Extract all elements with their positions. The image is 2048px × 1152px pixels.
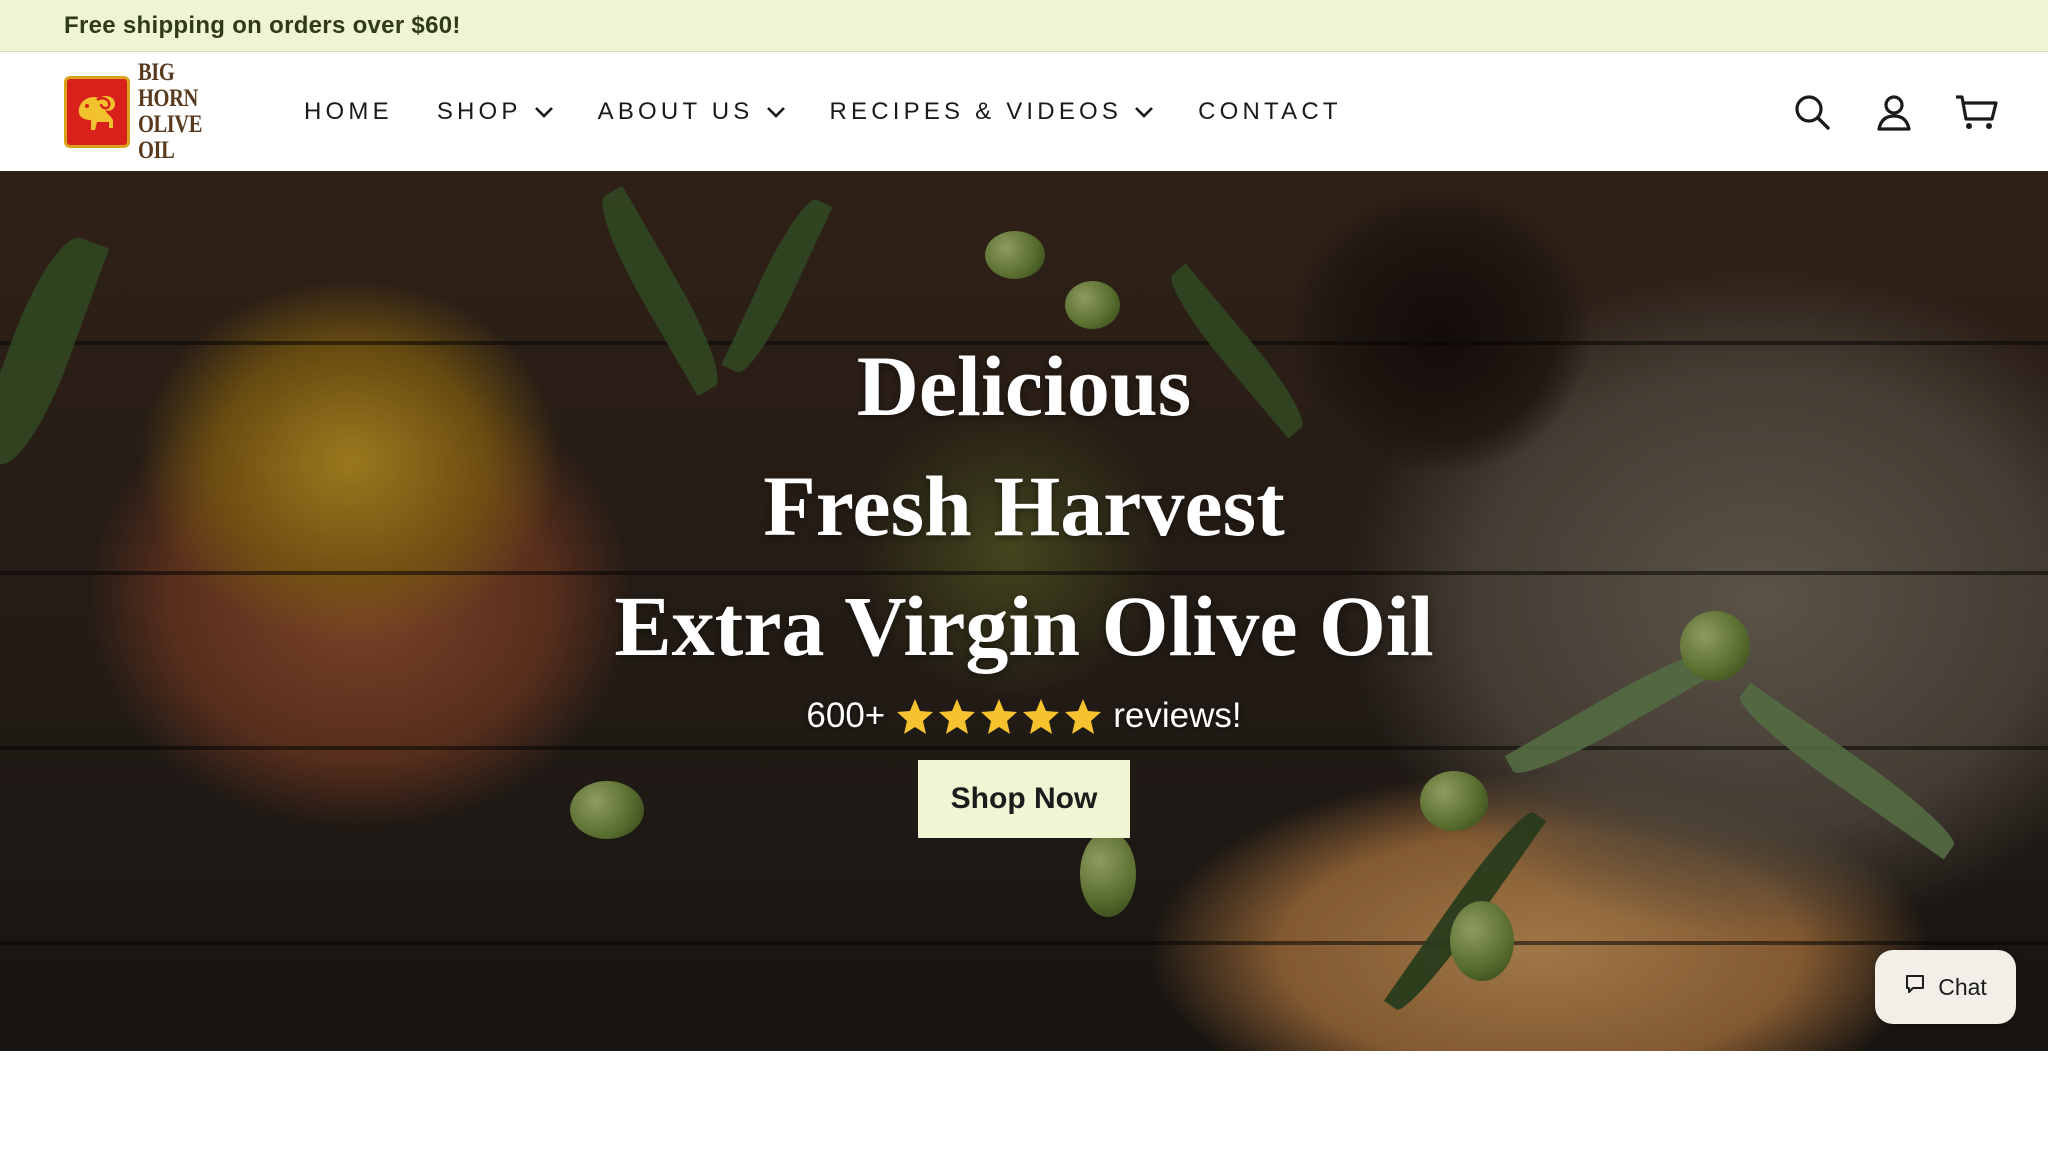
reviews-summary: 600+ reviews! xyxy=(806,696,1241,736)
hero-headline-line-1: Delicious xyxy=(856,338,1192,434)
nav-item-contact[interactable]: CONTACT xyxy=(1176,82,1364,142)
site-header: BIG HORN OLIVE OIL HOME SHOP ABOUT US RE… xyxy=(0,53,2048,171)
rating-stars xyxy=(895,697,1103,735)
brand-logo[interactable]: BIG HORN OLIVE OIL xyxy=(64,59,228,164)
main-nav: HOME SHOP ABOUT US RECIPES & VIDEOS CONT… xyxy=(282,53,1364,171)
announcement-bar: Free shipping on orders over $60! xyxy=(0,0,2048,52)
hero-banner: Delicious Fresh Harvest Extra Virgin Oli… xyxy=(0,171,2048,1051)
nav-item-label: HOME xyxy=(304,98,393,125)
hero-headline-line-2: Fresh Harvest xyxy=(763,458,1285,554)
brand-name: BIG HORN OLIVE OIL xyxy=(138,58,212,165)
star-icon xyxy=(897,699,934,734)
nav-item-label: SHOP xyxy=(436,98,522,125)
nav-item-home[interactable]: HOME xyxy=(282,82,415,142)
brand-name-line1: BIG HORN xyxy=(138,58,198,112)
nav-item-label: ABOUT US xyxy=(597,98,754,125)
shop-now-button[interactable]: Shop Now xyxy=(918,760,1130,838)
nav-item-label: RECIPES & VIDEOS xyxy=(829,98,1123,125)
hero-headline-line-3: Extra Virgin Olive Oil xyxy=(614,578,1434,674)
chat-bubble-icon xyxy=(1904,973,1926,1001)
nav-item-shop[interactable]: SHOP xyxy=(415,82,576,142)
cart-icon[interactable] xyxy=(1954,90,1998,134)
nav-item-about-us[interactable]: ABOUT US xyxy=(576,82,808,142)
header-actions xyxy=(1790,53,1998,171)
star-icon xyxy=(981,699,1018,734)
hero-content: Delicious Fresh Harvest Extra Virgin Oli… xyxy=(0,171,2048,1051)
chevron-down-icon xyxy=(534,106,554,118)
chevron-down-icon xyxy=(1134,106,1154,118)
chat-button[interactable]: Chat xyxy=(1875,950,2016,1024)
reviews-count: 600+ xyxy=(806,696,886,735)
star-icon xyxy=(1065,699,1102,734)
ram-icon xyxy=(64,76,130,148)
announcement-text: Free shipping on orders over $60! xyxy=(64,11,461,39)
nav-item-label: CONTACT xyxy=(1198,98,1342,125)
account-icon[interactable] xyxy=(1872,90,1916,134)
nav-item-recipes-videos[interactable]: RECIPES & VIDEOS xyxy=(808,82,1177,142)
shop-now-label: Shop Now xyxy=(950,782,1098,815)
chevron-down-icon xyxy=(766,106,786,118)
star-icon xyxy=(939,699,976,734)
chat-label: Chat xyxy=(1938,973,1987,1000)
brand-name-line2: OLIVE OIL xyxy=(138,111,203,165)
star-icon xyxy=(1023,699,1060,734)
search-icon[interactable] xyxy=(1790,90,1834,134)
reviews-suffix: reviews! xyxy=(1113,696,1242,735)
